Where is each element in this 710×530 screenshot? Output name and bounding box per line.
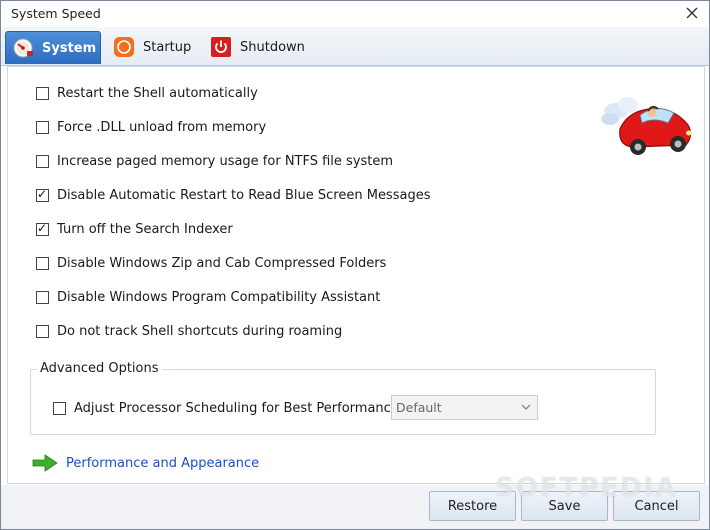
checkbox[interactable]: ✓	[36, 220, 49, 236]
system-panel: Restart the Shell automatically Force .D…	[7, 66, 705, 484]
checkbox[interactable]	[36, 256, 49, 270]
option-paged-memory-ntfs[interactable]: Increase paged memory usage for NTFS fil…	[36, 152, 393, 170]
checkbox[interactable]	[36, 324, 49, 338]
save-button[interactable]: Save	[521, 491, 608, 521]
tab-bar: System Startup Shutdown	[1, 27, 709, 66]
option-processor-scheduling[interactable]: Adjust Processor Scheduling for Best Per…	[53, 399, 415, 417]
option-force-dll-unload[interactable]: Force .DLL unload from memory	[36, 118, 266, 136]
option-compatibility-assistant[interactable]: Disable Windows Program Compatibility As…	[36, 288, 380, 306]
tab-startup[interactable]: Startup	[111, 31, 201, 63]
power-icon	[210, 36, 232, 58]
tab-system[interactable]: System	[5, 31, 101, 64]
checkbox[interactable]	[36, 86, 49, 100]
checkbox[interactable]: ✓	[36, 186, 49, 202]
close-icon	[686, 7, 698, 19]
checkbox[interactable]	[36, 154, 49, 168]
option-shell-shortcuts-roaming[interactable]: Do not track Shell shortcuts during roam…	[36, 322, 342, 340]
checkmark-icon: ✓	[37, 186, 48, 201]
checkbox[interactable]	[36, 290, 49, 304]
option-label: Do not track Shell shortcuts during roam…	[57, 323, 343, 339]
speedy-car-illustration	[598, 89, 698, 159]
tab-shutdown-label: Shutdown	[240, 39, 305, 55]
performance-appearance-link[interactable]: Performance and Appearance	[32, 454, 259, 472]
system-speed-window: System Speed System Startup Shutdown Res…	[0, 0, 710, 530]
select-value: Default	[396, 400, 442, 415]
option-zip-cab-folders[interactable]: Disable Windows Zip and Cab Compressed F…	[36, 254, 386, 272]
system-speedometer-icon	[12, 37, 34, 59]
option-label: Disable Windows Program Compatibility As…	[57, 289, 381, 305]
option-disable-auto-restart[interactable]: ✓ Disable Automatic Restart to Read Blue…	[36, 186, 430, 204]
option-label: Turn off the Search Indexer	[57, 221, 233, 237]
startup-icon	[113, 36, 135, 58]
option-label: Increase paged memory usage for NTFS fil…	[57, 153, 394, 169]
cancel-button[interactable]: Cancel	[613, 491, 700, 521]
option-restart-shell[interactable]: Restart the Shell automatically	[36, 84, 258, 102]
advanced-options-group: Advanced Options Adjust Processor Schedu…	[30, 361, 656, 435]
footer-bar: Restore Save Cancel	[1, 485, 709, 529]
checkmark-icon: ✓	[37, 220, 48, 235]
green-arrow-icon	[32, 454, 58, 472]
option-search-indexer[interactable]: ✓ Turn off the Search Indexer	[36, 220, 233, 238]
option-label: Restart the Shell automatically	[57, 85, 258, 101]
option-label: Adjust Processor Scheduling for Best Per…	[74, 400, 416, 416]
restore-button[interactable]: Restore	[429, 491, 516, 521]
title-bar: System Speed	[1, 1, 709, 27]
chevron-down-icon	[521, 400, 531, 415]
checkbox[interactable]	[53, 401, 66, 415]
option-label: Disable Windows Zip and Cab Compressed F…	[57, 255, 387, 271]
window-title: System Speed	[11, 6, 101, 21]
advanced-options-title: Advanced Options	[37, 361, 162, 376]
option-label: Force .DLL unload from memory	[57, 119, 267, 135]
checkbox[interactable]	[36, 120, 49, 134]
tab-system-label: System	[42, 40, 97, 56]
close-button[interactable]	[681, 3, 703, 23]
processor-scheduling-select[interactable]: Default	[391, 395, 538, 420]
tab-startup-label: Startup	[143, 39, 192, 55]
tab-shutdown[interactable]: Shutdown	[208, 31, 308, 63]
option-label: Disable Automatic Restart to Read Blue S…	[57, 187, 431, 203]
link-label: Performance and Appearance	[66, 455, 260, 471]
